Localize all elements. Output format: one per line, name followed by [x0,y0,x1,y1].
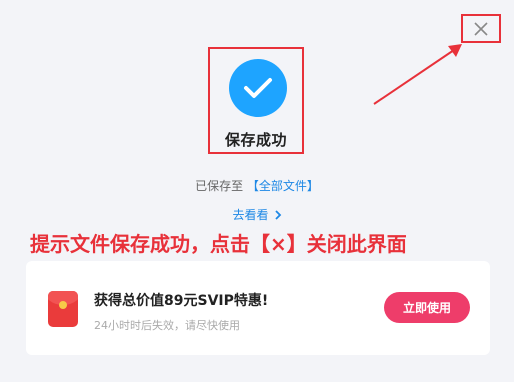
check-icon [229,59,287,117]
saved-location-text: 已保存至 【全部文件】 [0,177,514,194]
close-button[interactable] [461,14,501,43]
annotation-arrow [373,44,462,105]
goto-row: 去看看 [0,206,514,223]
goto-label: 去看看 [232,208,269,222]
use-now-button[interactable]: 立即使用 [384,292,470,323]
success-indicator: 保存成功 [208,47,304,154]
close-icon [474,21,488,36]
success-title: 保存成功 [224,131,287,149]
saved-location-link[interactable]: 【全部文件】 [247,179,319,193]
promo-card: 获得总价值89元SVIP特惠! 24小时时后失效，请尽快使用 立即使用 [26,261,490,355]
saved-prefix: 已保存至 [195,179,244,193]
promo-subtitle: 24小时时后失效，请尽快使用 [94,319,240,332]
promo-title: 获得总价值89元SVIP特惠! [94,293,269,309]
red-packet-icon [48,291,78,327]
chevron-right-icon [274,209,281,220]
annotation-text: 提示文件保存成功，点击【×】关闭此界面 [30,232,407,256]
goto-link[interactable]: 去看看 [232,206,281,223]
save-success-dialog: 保存成功 已保存至 【全部文件】 去看看 提示文件保存成功，点击【×】关闭此界面… [0,0,514,382]
